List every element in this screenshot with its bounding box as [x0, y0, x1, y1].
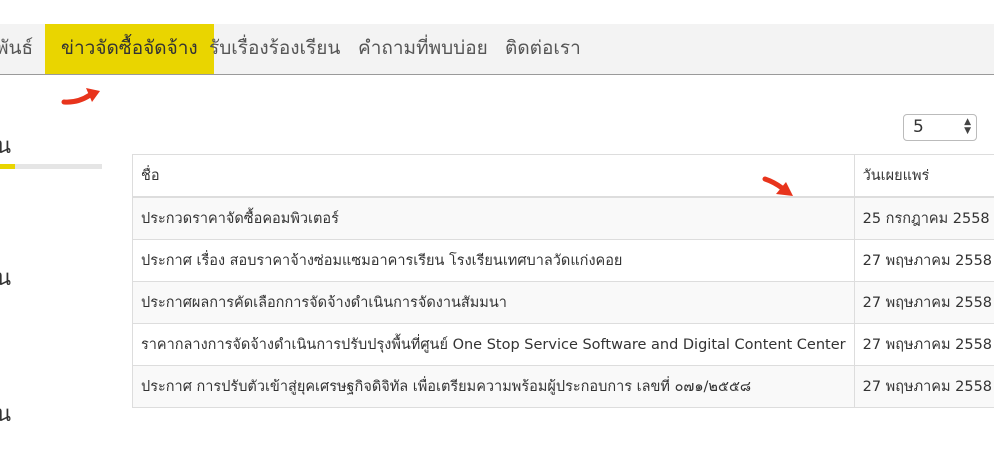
- red-arrow-annotation-nav: [61, 88, 100, 105]
- sidebar-item-3[interactable]: น: [0, 396, 11, 431]
- table-header-row: ชื่อ วันเผยแพร่: [132, 154, 994, 198]
- page-size-value: 5: [913, 117, 924, 137]
- table-row[interactable]: ประกาศ เรื่อง สอบราคาจ้างซ่อมแซมอาคารเรี…: [132, 239, 994, 282]
- select-arrows-icon: ▲ ▼: [964, 117, 971, 136]
- column-header-name[interactable]: ชื่อ: [132, 154, 855, 198]
- sidebar-underline-active: [0, 164, 15, 169]
- row-date: 27 พฤษภาคม 2558: [853, 365, 994, 408]
- procurement-news-table: ชื่อ วันเผยแพร่ ประกวดราคาจัดซื้อคอมพิวเ…: [132, 154, 994, 408]
- top-navbar: พันธ์ ข่าวจัดซื้อจัดจ้าง รับเรื่องร้องเร…: [0, 24, 994, 75]
- nav-item-complaints[interactable]: รับเรื่องร้องเรียน: [209, 24, 340, 74]
- sidebar-item-2[interactable]: น: [0, 260, 11, 295]
- nav-item-faq[interactable]: คำถามที่พบบ่อย: [358, 24, 488, 74]
- nav-item-procurement-news[interactable]: ข่าวจัดซื้อจัดจ้าง: [45, 24, 214, 74]
- row-title-link[interactable]: ราคากลางการจัดจ้างดำเนินการปรับปรุงพื้นท…: [132, 323, 855, 366]
- sidebar-item-1[interactable]: น: [0, 128, 11, 163]
- page-size-select[interactable]: 5 ▲ ▼: [903, 114, 977, 141]
- row-date: 27 พฤษภาคม 2558: [853, 281, 994, 324]
- row-date: 27 พฤษภาคม 2558: [853, 323, 994, 366]
- row-date: 27 พฤษภาคม 2558: [853, 239, 994, 282]
- nav-item-contact[interactable]: ติดต่อเรา: [505, 24, 581, 74]
- row-title-link[interactable]: ประกาศ การปรับตัวเข้าสู่ยุคเศรษฐกิจดิจิท…: [132, 365, 855, 408]
- table-row[interactable]: ประกาศผลการคัดเลือกการจัดจ้างดำเนินการจั…: [132, 281, 994, 324]
- row-date: 25 กรกฎาคม 2558: [853, 196, 994, 240]
- nav-item-partner[interactable]: พันธ์: [0, 24, 33, 74]
- row-title-link[interactable]: ประกาศผลการคัดเลือกการจัดจ้างดำเนินการจั…: [132, 281, 855, 324]
- row-title-link[interactable]: ประกาศ เรื่อง สอบราคาจ้างซ่อมแซมอาคารเรี…: [132, 239, 855, 282]
- red-arrow-annotation-date: [762, 176, 793, 196]
- sidebar-underline-track: [0, 164, 102, 169]
- table-row[interactable]: ประกวดราคาจัดซื้อคอมพิวเตอร์ 25 กรกฎาคม …: [132, 196, 994, 240]
- column-header-date[interactable]: วันเผยแพร่: [853, 154, 994, 198]
- row-title-link[interactable]: ประกวดราคาจัดซื้อคอมพิวเตอร์: [132, 196, 855, 240]
- table-row[interactable]: ประกาศ การปรับตัวเข้าสู่ยุคเศรษฐกิจดิจิท…: [132, 365, 994, 408]
- table-row[interactable]: ราคากลางการจัดจ้างดำเนินการปรับปรุงพื้นท…: [132, 323, 994, 366]
